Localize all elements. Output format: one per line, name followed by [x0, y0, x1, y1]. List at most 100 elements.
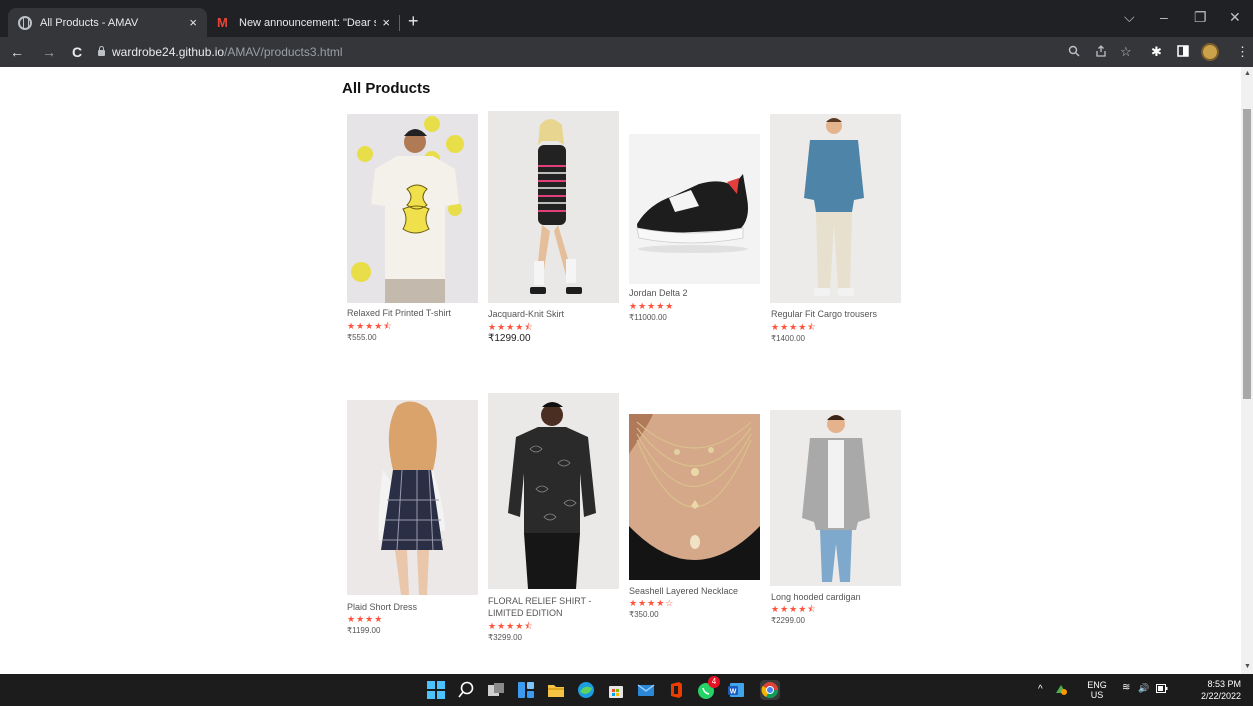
product-name[interactable]: Seashell Layered Necklace	[629, 585, 738, 597]
maximize-button[interactable]: ❐	[1194, 9, 1207, 26]
product-name[interactable]: Jordan Delta 2	[629, 287, 688, 299]
product-image[interactable]	[347, 114, 478, 303]
product-image[interactable]	[770, 410, 901, 586]
word-icon[interactable]: W	[726, 680, 746, 700]
product-price: ₹11000.00	[629, 313, 667, 322]
product-image[interactable]	[629, 134, 760, 284]
tab-close-icon[interactable]: ×	[189, 15, 197, 30]
lock-icon[interactable]	[98, 46, 105, 56]
rating-stars-icon: ★★★★★	[629, 301, 675, 311]
product-name[interactable]: Relaxed Fit Printed T-shirt	[347, 307, 451, 319]
product-name[interactable]: Long hooded cardigan	[771, 591, 861, 603]
product-price: ₹555.00	[347, 333, 377, 342]
profile-avatar[interactable]	[1201, 43, 1219, 61]
search-icon[interactable]	[456, 680, 476, 700]
mail-icon[interactable]	[636, 680, 656, 700]
minimize-button[interactable]: –	[1160, 9, 1168, 25]
rating-stars-icon: ★★★★⯪	[488, 621, 534, 631]
share-icon[interactable]	[1095, 45, 1107, 60]
extensions-icon[interactable]: ✱	[1151, 45, 1162, 59]
clock[interactable]: 8:53 PM 2/22/2022	[1186, 679, 1241, 701]
file-explorer-icon[interactable]	[546, 680, 566, 700]
new-tab-button[interactable]: +	[408, 12, 419, 30]
side-panel-icon[interactable]	[1177, 45, 1189, 60]
product-image[interactable]	[629, 414, 760, 580]
browser-tab-strip: All Products - AMAV × M New announcement…	[0, 0, 1253, 37]
product-price: ₹3299.00	[488, 633, 523, 642]
rating-stars-icon: ★★★★☆	[629, 598, 675, 608]
tshirt-photo-icon	[347, 114, 478, 303]
tray-overflow-chevron-icon[interactable]: ^	[1038, 685, 1043, 695]
browser-toolbar: ← → C wardrobe24.github.io/AMAV/products…	[0, 37, 1253, 67]
close-window-button[interactable]: ✕	[1229, 9, 1241, 26]
rating-stars-icon: ★★★★	[347, 614, 384, 624]
product-image[interactable]	[770, 114, 901, 303]
necklace-photo-icon	[629, 414, 760, 580]
product-name[interactable]: Plaid Short Dress	[347, 601, 417, 613]
tab-close-icon[interactable]: ×	[382, 15, 390, 30]
zoom-icon[interactable]	[1068, 45, 1080, 60]
edge-browser-icon[interactable]	[576, 680, 596, 700]
url-path: /AMAV/products3.html	[224, 45, 343, 59]
task-view-icon[interactable]	[486, 680, 506, 700]
product-image[interactable]	[347, 400, 478, 595]
product-price: ₹350.00	[629, 610, 659, 619]
product-image[interactable]	[488, 393, 619, 589]
dress-photo-icon	[347, 400, 478, 595]
wifi-icon[interactable]: ≋	[1122, 683, 1130, 693]
sneaker-photo-icon	[629, 134, 760, 284]
product-image[interactable]	[488, 111, 619, 303]
address-bar[interactable]: wardrobe24.github.io/AMAV/products3.html	[112, 45, 343, 59]
tab-title: All Products - AMAV	[40, 16, 139, 29]
tab-gmail-announcement[interactable]: M New announcement: "Dear stude ×	[207, 8, 400, 37]
back-button[interactable]: ←	[10, 44, 24, 60]
chrome-menu-icon[interactable]: ⋮	[1236, 45, 1249, 59]
product-price: ₹2299.00	[771, 616, 806, 625]
bookmark-star-icon[interactable]: ☆	[1120, 45, 1132, 59]
tray-app-icon[interactable]	[1054, 683, 1068, 698]
product-name[interactable]: Regular Fit Cargo trousers	[771, 308, 877, 320]
scroll-up-icon[interactable]: ▲	[1244, 70, 1251, 77]
tab-divider	[399, 15, 400, 31]
globe-icon	[18, 15, 32, 30]
windows-start-icon[interactable]	[426, 680, 446, 700]
scrollbar-thumb[interactable]	[1243, 109, 1251, 399]
trousers-photo-icon	[770, 114, 901, 303]
battery-icon[interactable]	[1156, 684, 1168, 696]
rating-stars-icon: ★★★★⯪	[771, 322, 817, 332]
rating-stars-icon: ★★★★⯪	[771, 604, 817, 614]
tab-all-products[interactable]: All Products - AMAV ×	[8, 8, 207, 37]
clock-date: 2/22/2022	[1200, 691, 1241, 701]
shirt-photo-icon	[488, 393, 619, 589]
clock-time: 8:53 PM	[1207, 679, 1241, 689]
office-icon[interactable]	[666, 680, 686, 700]
cardigan-photo-icon	[770, 410, 901, 586]
tab-search-dropdown-icon[interactable]: ⌵	[1124, 9, 1135, 26]
rating-stars-icon: ★★★★⯪	[488, 322, 534, 332]
widgets-icon[interactable]	[516, 680, 536, 700]
product-price: ₹1299.00	[488, 333, 531, 344]
windows-taskbar: 4 W ^ ENG US ≋ 🔊 8:53 PM 2/22/2022	[0, 674, 1253, 706]
product-price: ₹1400.00	[771, 334, 806, 343]
rating-stars-icon: ★★★★⯪	[347, 321, 393, 331]
page-viewport	[0, 67, 1241, 674]
svg-text:W: W	[730, 689, 737, 696]
language-label: ENG	[1087, 680, 1107, 690]
notification-badge: 4	[708, 676, 720, 688]
forward-button[interactable]: →	[42, 44, 56, 60]
language-indicator[interactable]: ENG US	[1086, 680, 1108, 700]
tab-title: New announcement: "Dear stude	[239, 16, 376, 29]
page-title: All Products	[342, 80, 431, 97]
page-scrollbar[interactable]: ▲ ▼	[1241, 67, 1253, 674]
chrome-icon[interactable]	[760, 680, 780, 700]
reload-button[interactable]: C	[72, 44, 82, 60]
volume-icon[interactable]: 🔊	[1138, 683, 1149, 693]
store-icon[interactable]	[606, 680, 626, 700]
product-name[interactable]: FLORAL RELIEF SHIRT - LIMITED EDITION	[488, 595, 613, 619]
gmail-icon: M	[217, 15, 228, 30]
url-host: wardrobe24.github.io	[112, 45, 225, 59]
region-label: US	[1090, 690, 1104, 700]
product-price: ₹1199.00	[347, 626, 381, 635]
product-name[interactable]: Jacquard-Knit Skirt	[488, 308, 564, 320]
scroll-down-icon[interactable]: ▼	[1244, 663, 1251, 670]
